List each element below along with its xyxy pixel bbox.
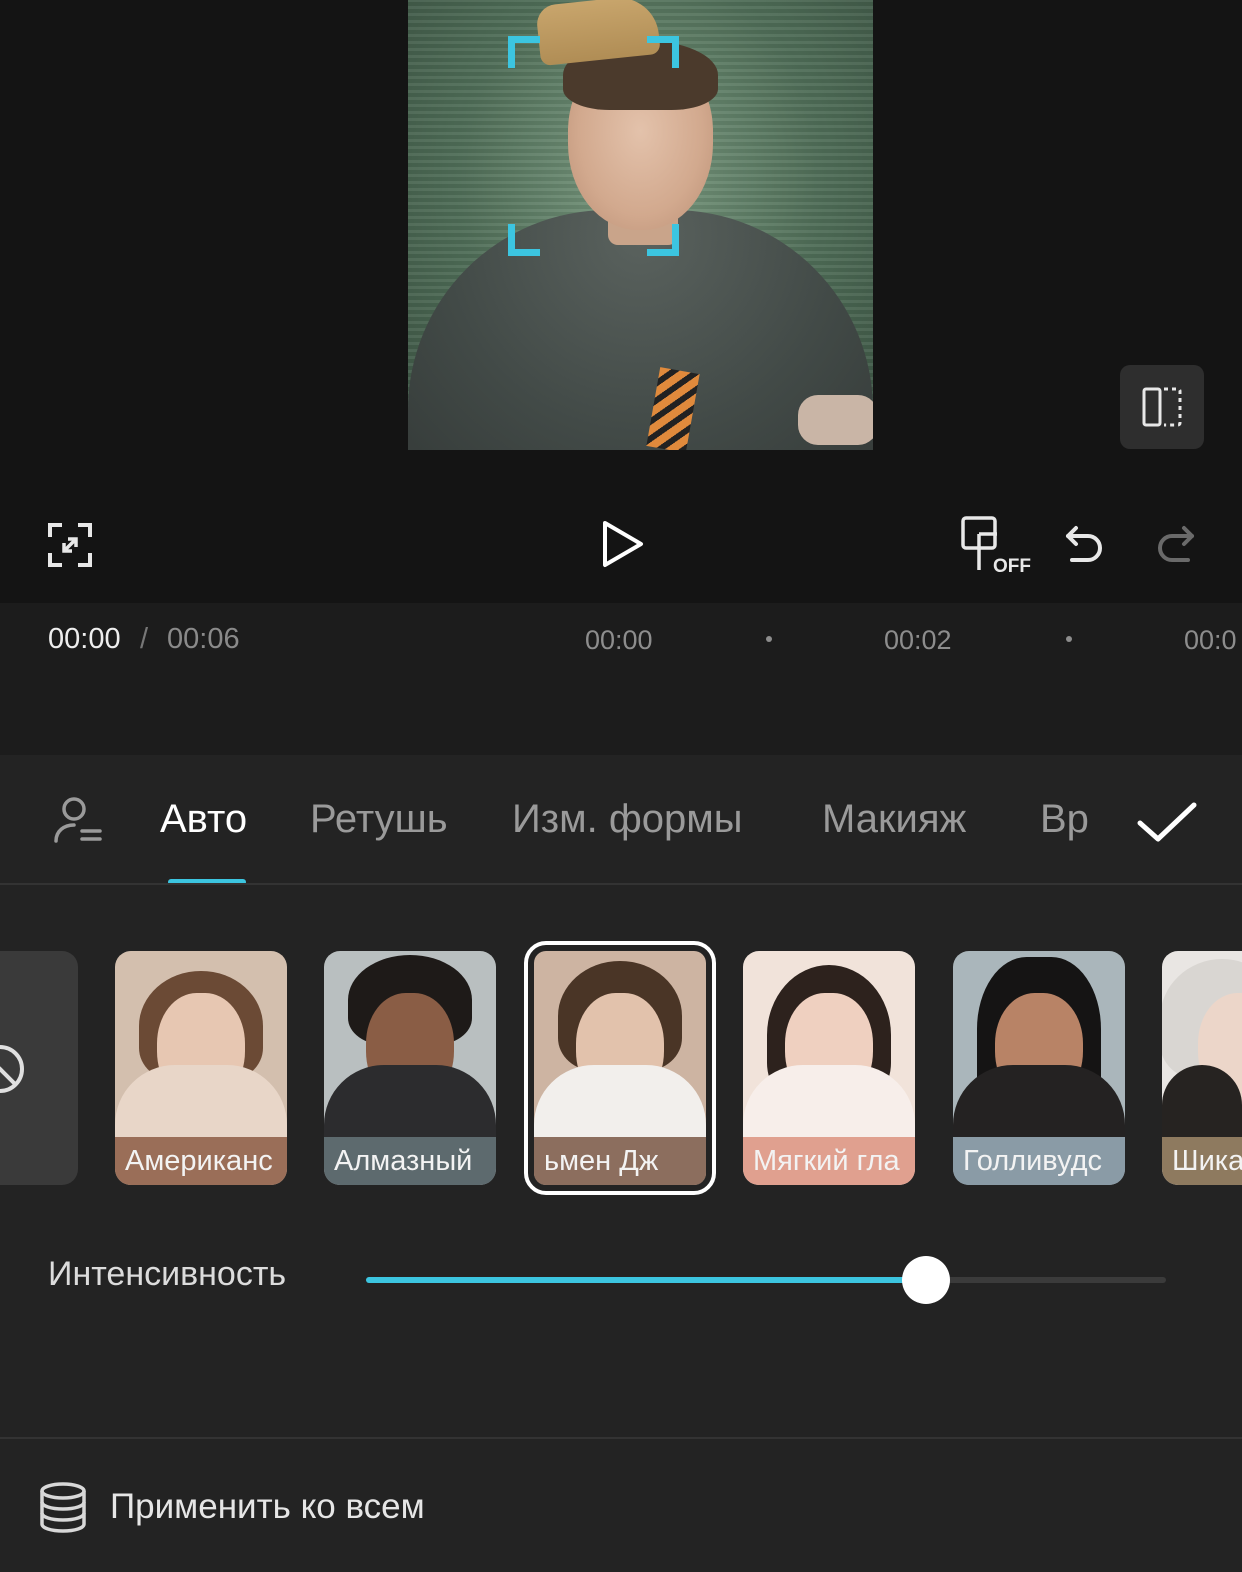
preset-label: Алмазный: [324, 1137, 496, 1185]
subject-hand: [798, 395, 873, 445]
retouch-panel: Авто Ретушь Изм. формы Макияж Вр Америка…: [0, 755, 1242, 1572]
preset-label: Американс: [115, 1137, 287, 1185]
fullscreen-icon: [48, 523, 92, 567]
preset-label: Мягкий гла: [743, 1137, 915, 1185]
tab-auto[interactable]: Авто: [160, 797, 247, 842]
video-preview: OFF: [0, 0, 1242, 603]
preset-strip[interactable]: Американс Алмазный ьмен Дж Мягкий гла Го…: [0, 940, 1242, 1200]
face-detect-corner-bl: [508, 224, 540, 256]
portrait-torso: [953, 1065, 1125, 1145]
tab-retouch[interactable]: Ретушь: [310, 797, 448, 842]
portrait-torso: [115, 1065, 287, 1145]
ruler-dot: [766, 636, 772, 642]
portrait-torso: [324, 1065, 496, 1145]
time-separator: /: [140, 623, 149, 655]
fullscreen-button[interactable]: [40, 515, 100, 575]
face-detect-corner-tl: [508, 36, 540, 68]
total-time: 00:06: [167, 623, 240, 655]
intensity-label: Интенсивность: [48, 1255, 287, 1293]
face-detect-corner-tr: [647, 36, 679, 68]
preset-label: ьмен Дж: [534, 1137, 706, 1185]
active-tab-indicator: [168, 879, 246, 883]
preset-label: Голливудс: [953, 1137, 1125, 1185]
ruler-dot: [1066, 636, 1072, 642]
undo-button[interactable]: [1055, 515, 1115, 575]
apply-all-bar[interactable]: Применить ко всем: [0, 1437, 1242, 1572]
tab-more[interactable]: Вр: [1040, 797, 1089, 842]
check-icon: [1137, 802, 1197, 842]
preset-label: Шика: [1162, 1137, 1242, 1185]
none-icon: [0, 1045, 24, 1093]
portrait-torso: [534, 1065, 706, 1145]
intensity-slider-thumb[interactable]: [902, 1256, 950, 1304]
ruler-label: 00:0: [1184, 625, 1237, 655]
portrait-torso: [743, 1065, 915, 1145]
confirm-button[interactable]: [1130, 785, 1204, 859]
tab-makeup[interactable]: Макияж: [822, 797, 966, 842]
keyframe-off-icon: OFF: [961, 516, 1031, 577]
compare-button[interactable]: [1120, 365, 1204, 449]
current-time: 00:00: [48, 623, 121, 655]
redo-icon: [1158, 526, 1194, 562]
keyframe-toggle[interactable]: OFF: [955, 510, 1035, 580]
apply-all-label: Применить ко всем: [110, 1487, 425, 1526]
tab-fade: [1095, 755, 1130, 883]
preset-card[interactable]: Шика: [1162, 951, 1242, 1185]
ruler-label: 00:02: [884, 625, 952, 655]
timeline[interactable]: 00:00 / 00:06 00:00 00:02 00:0: [0, 603, 1242, 755]
play-button[interactable]: [590, 512, 654, 576]
face-detect-corner-br: [647, 224, 679, 256]
video-frame[interactable]: [408, 0, 873, 450]
redo-button[interactable]: [1145, 515, 1205, 575]
database-stack-icon: [40, 1482, 86, 1533]
compare-icon: [1142, 387, 1182, 427]
face-list-icon: [54, 797, 102, 843]
preset-card-selected[interactable]: ьмен Дж: [524, 941, 716, 1195]
svg-text:OFF: OFF: [993, 556, 1031, 577]
preset-card[interactable]: Американс: [115, 951, 287, 1185]
preset-card[interactable]: Голливудс: [953, 951, 1125, 1185]
undo-icon: [1066, 526, 1102, 562]
intensity-slider[interactable]: [366, 1256, 1166, 1304]
intensity-slider-fill: [366, 1277, 926, 1283]
portrait-torso: [1162, 1065, 1242, 1145]
preset-card[interactable]: Мягкий гла: [743, 951, 915, 1185]
preset-none[interactable]: [0, 951, 78, 1185]
play-icon: [603, 521, 643, 567]
preset-card[interactable]: Алмазный: [324, 951, 496, 1185]
tab-bar: Авто Ретушь Изм. формы Макияж Вр: [0, 755, 1242, 885]
face-selector-button[interactable]: [50, 793, 106, 849]
tab-reshape[interactable]: Изм. формы: [512, 797, 742, 842]
ruler-label: 00:00: [585, 625, 653, 655]
